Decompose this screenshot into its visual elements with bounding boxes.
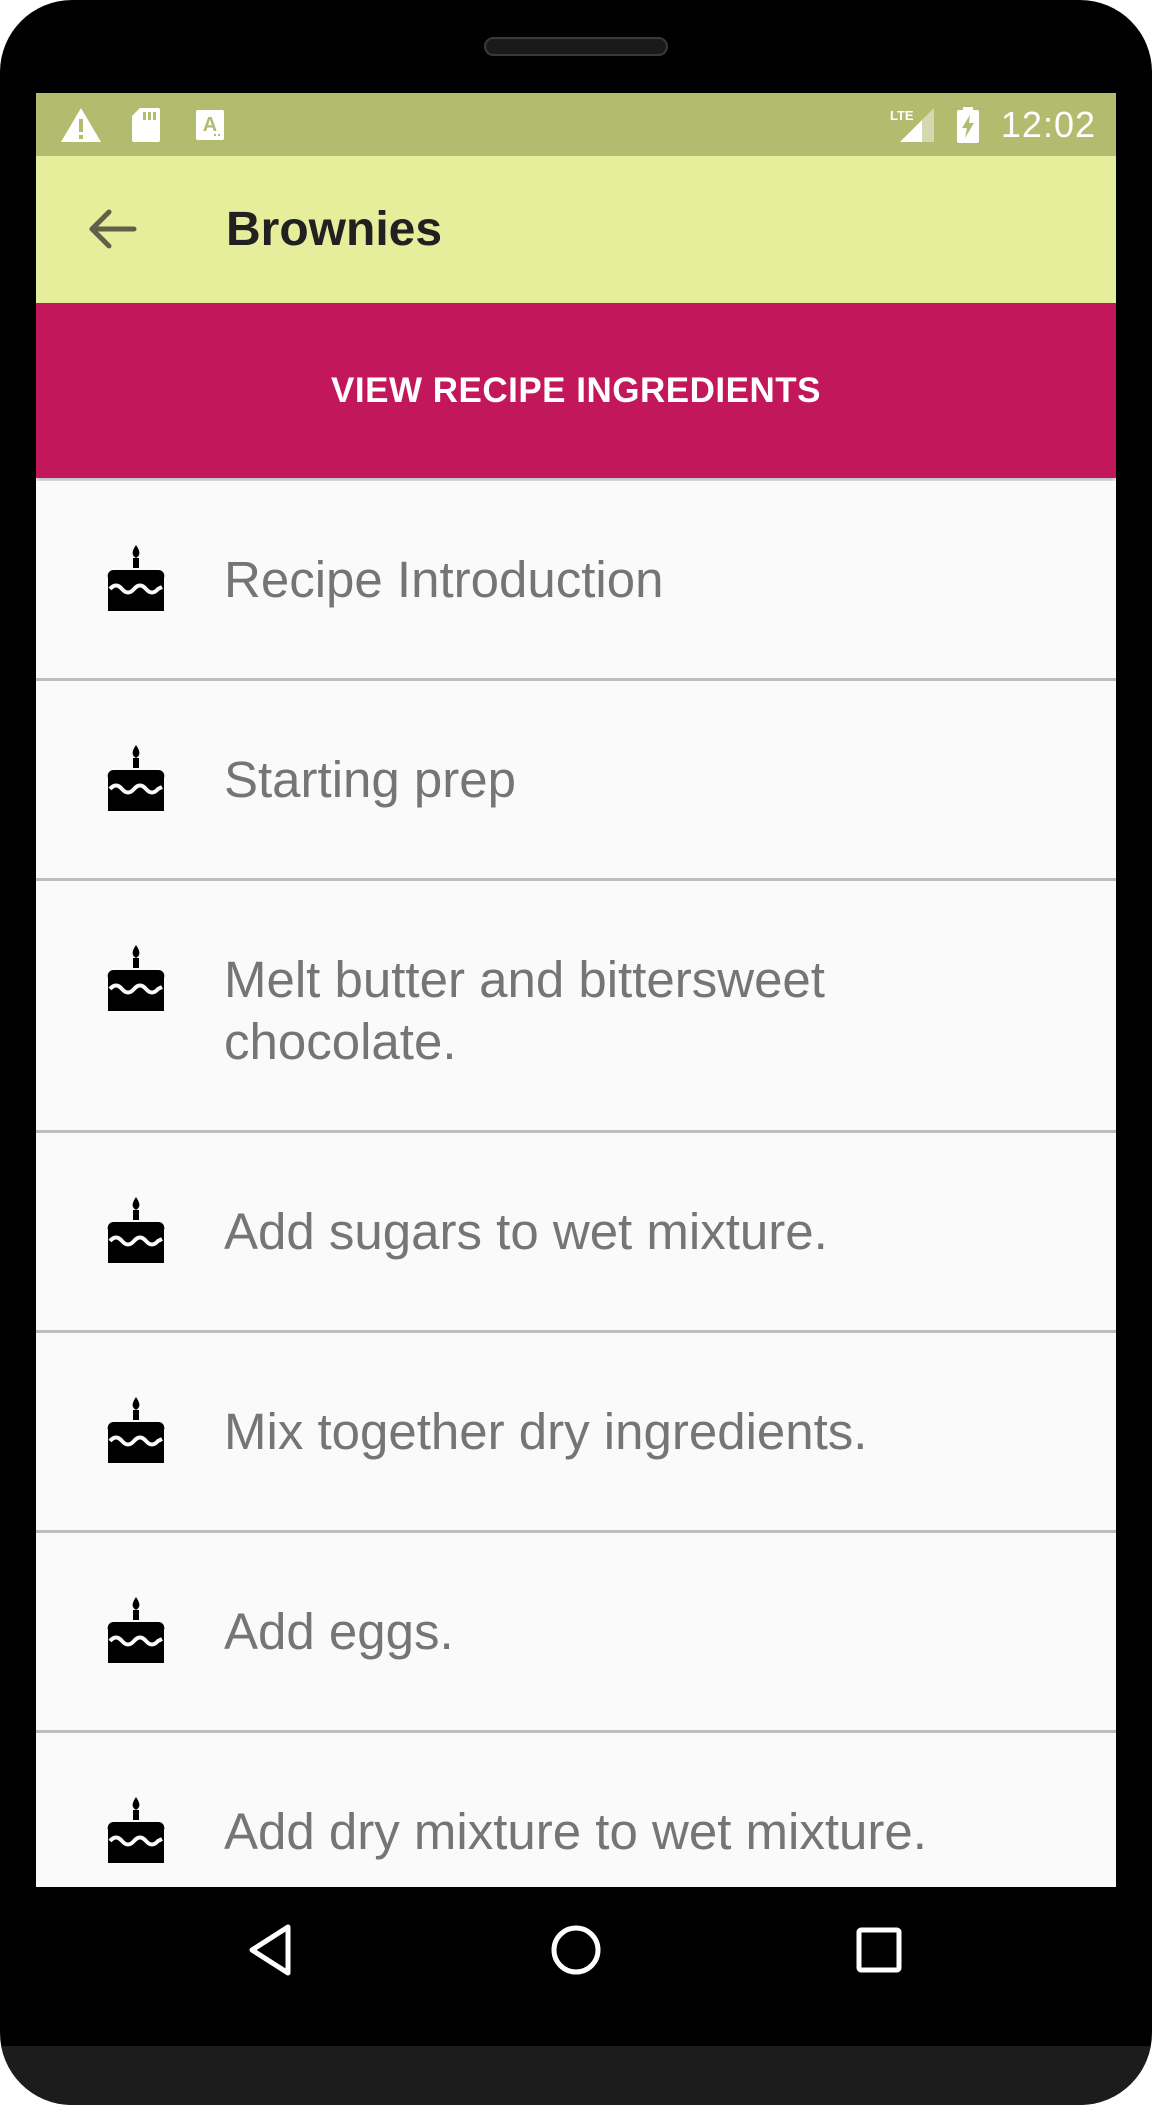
network-label: LTE: [890, 108, 914, 123]
cake-icon: [107, 545, 165, 611]
status-bar: A LTE 12:02: [36, 93, 1116, 156]
status-time: 12:02: [1000, 104, 1096, 145]
step-item-add-dry-to-wet[interactable]: Add dry mixture to wet mixture.: [36, 1733, 1116, 1887]
screen: A LTE 12:02 Brownies VIEW RECIPE INGREDI…: [36, 93, 1116, 1887]
home-circle-icon[interactable]: [541, 1915, 611, 1985]
cake-icon: [107, 1797, 165, 1863]
step-label: Add dry mixture to wet mixture.: [224, 1803, 927, 1860]
battery-charging-icon: [957, 107, 979, 143]
device-chin: [0, 2046, 1152, 2105]
step-label: Add sugars to wet mixture.: [224, 1203, 828, 1260]
recipe-step-list: Recipe Introduction Starting prep Melt b…: [36, 481, 1116, 1887]
step-label: Mix together dry ingredients.: [224, 1403, 868, 1460]
step-item-starting-prep[interactable]: Starting prep: [36, 681, 1116, 881]
step-item-melt-butter[interactable]: Melt butter and bittersweet chocolate.: [36, 881, 1116, 1133]
svg-text:A: A: [203, 114, 217, 136]
recents-square-icon[interactable]: [844, 1915, 914, 1985]
warning-icon: [61, 108, 101, 142]
lte-signal-icon: LTE: [890, 108, 934, 142]
device-frame: A LTE 12:02 Brownies VIEW RECIPE INGREDI…: [0, 0, 1152, 2105]
step-label: Melt butter and bittersweet chocolate.: [224, 951, 825, 1070]
cake-icon: [107, 945, 165, 1011]
step-label: Starting prep: [224, 751, 517, 808]
page-title: Brownies: [226, 203, 443, 256]
cake-icon: [107, 745, 165, 811]
view-ingredients-button[interactable]: VIEW RECIPE INGREDIENTS: [36, 303, 1116, 478]
step-label: Add eggs.: [224, 1603, 454, 1660]
step-item-add-sugars[interactable]: Add sugars to wet mixture.: [36, 1133, 1116, 1333]
cake-icon: [107, 1397, 165, 1463]
app-bar: Brownies: [36, 156, 1116, 303]
text-a-icon: A: [196, 110, 224, 140]
sd-card-icon: [132, 108, 160, 142]
step-label: Recipe Introduction: [224, 551, 664, 608]
cake-icon: [107, 1197, 165, 1263]
step-item-recipe-introduction[interactable]: Recipe Introduction: [36, 481, 1116, 681]
cake-icon: [107, 1597, 165, 1663]
arrow-back-icon[interactable]: [78, 194, 148, 264]
speaker-grille: [484, 37, 668, 56]
system-nav-bar: [36, 1887, 1116, 2013]
back-triangle-icon[interactable]: [238, 1915, 308, 1985]
step-item-mix-dry[interactable]: Mix together dry ingredients.: [36, 1333, 1116, 1533]
step-item-add-eggs[interactable]: Add eggs.: [36, 1533, 1116, 1733]
